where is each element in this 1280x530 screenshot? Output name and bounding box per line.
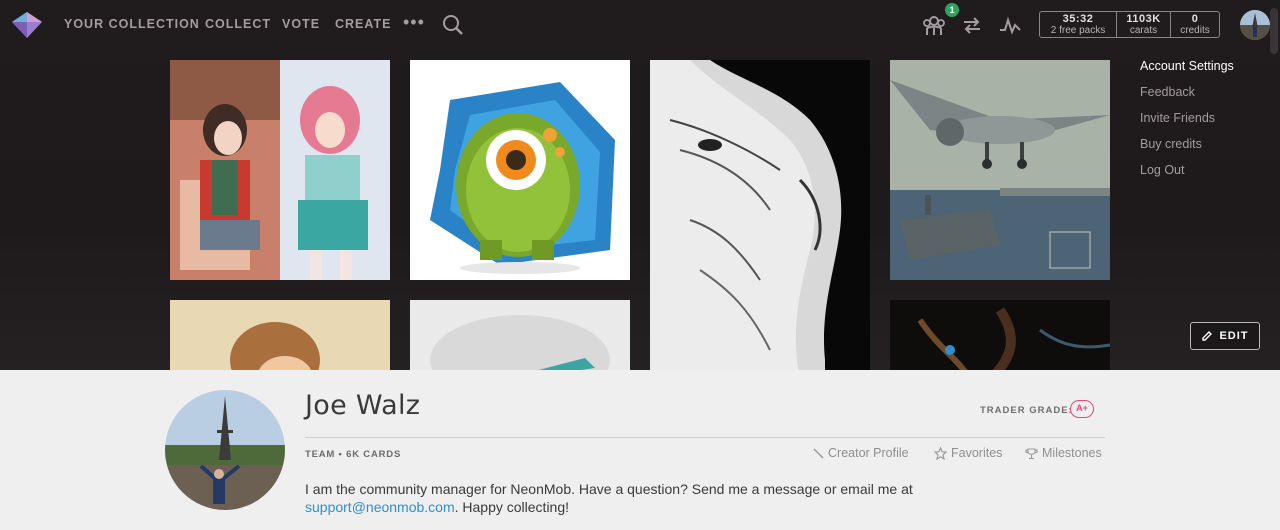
- nav-your-collection[interactable]: YOUR COLLECTION: [64, 17, 200, 31]
- nav-create[interactable]: CREATE: [335, 17, 391, 31]
- trader-grade-badge[interactable]: A+: [1070, 400, 1094, 418]
- logo-gem-icon[interactable]: [10, 10, 44, 40]
- wand-icon: [813, 448, 824, 459]
- timer-label: 2 free packs: [1050, 25, 1106, 36]
- profile-name: Joe Walz: [305, 390, 421, 421]
- edit-label: EDIT: [1219, 330, 1249, 342]
- trade-arrows-icon[interactable]: [960, 14, 984, 36]
- card-portrait-boy[interactable]: [170, 300, 390, 370]
- notification-badge: 1: [945, 3, 959, 17]
- card-lion-sketch-art: [650, 60, 842, 370]
- card-green-monster-art: [430, 82, 615, 274]
- edit-cover-button[interactable]: EDIT: [1190, 322, 1260, 350]
- card-lion-sketch[interactable]: [650, 60, 870, 370]
- user-avatar-image: [1240, 10, 1270, 40]
- user-avatar[interactable]: [1240, 10, 1270, 40]
- people-icon[interactable]: [922, 14, 946, 36]
- profile-bio: I am the community manager for NeonMob. …: [305, 480, 1005, 516]
- profile-section: Joe Walz TRADER GRADE: A+ TEAM • 6K CARD…: [0, 370, 1280, 530]
- star-icon: [934, 446, 947, 460]
- favorites-label: Favorites: [951, 446, 1003, 460]
- creator-profile-link[interactable]: Creator Profile: [812, 446, 909, 460]
- card-dragon-art: [917, 307, 1110, 370]
- carats-stat: 1103K carats: [1117, 12, 1171, 37]
- card-anime-girls-art: [170, 60, 390, 280]
- menu-log-out[interactable]: Log Out: [1140, 162, 1234, 188]
- free-packs-timer: 35:32 2 free packs: [1040, 12, 1117, 37]
- top-navigation: YOUR COLLECTION COLLECT VOTE CREATE ••• …: [0, 0, 1280, 54]
- credits-label: credits: [1180, 25, 1210, 36]
- profile-avatar-image: [165, 390, 285, 510]
- trophy-icon: [1025, 447, 1038, 459]
- bio-text: I am the community manager for NeonMob. …: [305, 481, 913, 497]
- credits-stat: 0 credits: [1171, 12, 1219, 37]
- card-dragon[interactable]: [890, 300, 1110, 370]
- creator-profile-label: Creator Profile: [828, 446, 909, 460]
- card-anime-girls[interactable]: [170, 60, 390, 280]
- account-stats[interactable]: 35:32 2 free packs 1103K carats 0 credit…: [1039, 11, 1220, 38]
- credits-value: 0: [1191, 13, 1199, 25]
- pencil-icon: [1202, 331, 1213, 341]
- support-email-link[interactable]: support@neonmob.com: [305, 499, 455, 515]
- card-fighter-plane-art: [890, 60, 1110, 280]
- search-icon[interactable]: [442, 14, 464, 36]
- card-green-monster[interactable]: [410, 60, 630, 280]
- card-portrait-boy-art: [170, 300, 390, 370]
- timer-value: 35:32: [1062, 13, 1094, 25]
- card-teal-creature-art: [430, 315, 610, 370]
- menu-invite-friends[interactable]: Invite Friends: [1140, 110, 1234, 136]
- profile-cover: YOUR COLLECTION COLLECT VOTE CREATE ••• …: [0, 0, 1280, 370]
- trader-grade-label: TRADER GRADE:: [980, 405, 1073, 416]
- profile-divider: [305, 437, 1105, 438]
- carats-label: carats: [1129, 25, 1158, 36]
- activity-icon[interactable]: [998, 14, 1022, 36]
- bio-end: . Happy collecting!: [454, 499, 570, 515]
- nav-vote[interactable]: VOTE: [282, 17, 320, 31]
- menu-account-settings[interactable]: Account Settings: [1140, 58, 1234, 84]
- account-menu: Account Settings Feedback Invite Friends…: [1140, 58, 1234, 188]
- profile-meta: TEAM • 6K CARDS: [305, 449, 402, 460]
- more-menu-icon[interactable]: •••: [403, 12, 425, 33]
- favorites-link[interactable]: Favorites: [934, 446, 1002, 460]
- profile-avatar: [165, 390, 285, 510]
- card-teal-creature[interactable]: [410, 300, 630, 370]
- menu-feedback[interactable]: Feedback: [1140, 84, 1234, 110]
- milestones-link[interactable]: Milestones: [1025, 446, 1102, 460]
- carats-value: 1103K: [1126, 13, 1161, 25]
- milestones-label: Milestones: [1042, 446, 1102, 460]
- nav-collect[interactable]: COLLECT: [205, 17, 271, 31]
- card-fighter-plane[interactable]: [890, 60, 1110, 280]
- menu-buy-credits[interactable]: Buy credits: [1140, 136, 1234, 162]
- scrollbar[interactable]: [1270, 8, 1278, 54]
